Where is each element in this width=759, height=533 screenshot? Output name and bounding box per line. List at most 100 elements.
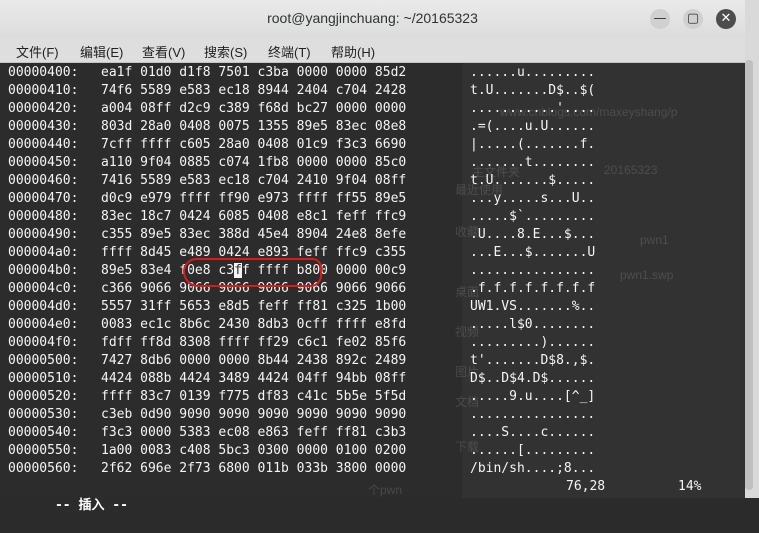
hex-address: 00000450:	[8, 155, 79, 170]
hexdump-row: 00000510: 4424 088b 4424 3489 4424 04ff 9…	[8, 370, 728, 388]
hex-bytes: d0c9 e979 ffff ff90 e973 ffff ff55 89e5	[101, 191, 407, 206]
ascii-column: |.....(.......f.	[470, 137, 596, 152]
hex-bytes: 5557 31ff 5653 e8d5 feff ff81 c325 1b00	[101, 299, 407, 314]
terminal-window: root@yangjinchuang: ~/20165323 — ▢ ✕ 文件(…	[0, 0, 745, 513]
hex-bytes: a110 9f04 0885 c074 1fb8 0000 0000 85c0	[101, 155, 407, 170]
hexdump-row: 000004e0: 0083 ec1c 8b6c 2430 8db3 0cff f…	[8, 316, 728, 334]
ascii-column: t'.......D$8.,$.	[470, 353, 596, 368]
background-scrollbar	[745, 60, 753, 490]
menu-help[interactable]: 帮助(H)	[331, 42, 375, 61]
hexdump-row: 00000450: a110 9f04 0885 c074 1fb8 0000 0…	[8, 154, 728, 172]
ascii-column: .f.f.f.f.f.f.f.f	[470, 281, 596, 296]
hexdump-row: 00000540: f3c3 0000 5383 ec08 e863 feff f…	[8, 424, 728, 442]
hexdump-row: 00000530: c3eb 0d90 9090 9090 9090 9090 9…	[8, 406, 728, 424]
minimize-button[interactable]: —	[650, 9, 670, 29]
hex-address: 00000550:	[8, 443, 79, 458]
ascii-column: ................	[470, 407, 596, 422]
hexdump-row: 000004f0: fdff ff8d 8308 ffff ff29 c6c1 f…	[8, 334, 728, 352]
hex-address: 000004c0:	[8, 281, 79, 296]
hex-address: 00000530:	[8, 407, 79, 422]
hex-bytes: 83ec 18c7 0424 6085 0408 e8c1 feff ffc9	[101, 209, 407, 224]
ascii-column: t.U.......D$..$(	[470, 83, 596, 98]
menu-search[interactable]: 搜索(S)	[204, 42, 247, 61]
hex-address: 00000510:	[8, 371, 79, 386]
close-button[interactable]: ✕	[716, 9, 736, 29]
hex-bytes: 4424 088b 4424 3489 4424 04ff 94bb 08ff	[101, 371, 407, 386]
hex-address: 00000500:	[8, 353, 79, 368]
hex-address: 000004e0:	[8, 317, 79, 332]
hex-bytes: 7427 8db6 0000 0000 8b44 2438 892c 2489	[101, 353, 407, 368]
hexdump-row: 00000520: ffff 83c7 0139 f775 df83 c41c 5…	[8, 388, 728, 406]
hexdump-row: 000004d0: 5557 31ff 5653 e8d5 feff ff81 c…	[8, 298, 728, 316]
ascii-column: .....9.u....[^_]	[470, 389, 596, 404]
ascii-column: .......t........	[470, 155, 596, 170]
hex-bytes: c3eb 0d90 9090 9090 9090 9090 9090 9090	[101, 407, 407, 422]
hex-address: 00000470:	[8, 191, 79, 206]
ascii-column: UW1.VS.......%..	[470, 299, 596, 314]
hexdump-row: 00000500: 7427 8db6 0000 0000 8b44 2438 8…	[8, 352, 728, 370]
hex-address: 00000560:	[8, 461, 79, 476]
hexdump-row: 00000430: 803d 28a0 0408 0075 1355 89e5 8…	[8, 118, 728, 136]
hexdump-row: 00000490: c355 89e5 83ec 388d 45e4 8904 2…	[8, 226, 728, 244]
hex-bytes: f3c3 0000 5383 ec08 e863 feff ff81 c3b3	[101, 425, 407, 440]
hexdump-row: 00000440: 7cff ffff c605 28a0 0408 01c9 f…	[8, 136, 728, 154]
ascii-column: .....l$0........	[470, 317, 596, 332]
menu-terminal[interactable]: 终端(T)	[268, 42, 311, 61]
ascii-column: D$..D$4.D$......	[470, 371, 596, 386]
hex-bytes: fdff ff8d 8308 ffff ff29 c6c1 fe02 85f6	[101, 335, 407, 350]
hex-address: 000004b0:	[8, 263, 79, 278]
hex-bytes: ffff 83c7 0139 f775 df83 c41c 5b5e 5f5d	[101, 389, 407, 404]
hex-address: 000004f0:	[8, 335, 79, 350]
hexdump-row: 00000400: ea1f 01d0 d1f8 7501 c3ba 0000 0…	[8, 64, 728, 82]
ascii-column: ......u.........	[470, 65, 596, 80]
window-title: root@yangjinchuang: ~/20165323	[267, 10, 478, 26]
hexdump-row: 00000460: 7416 5589 e583 ec18 c704 2410 9…	[8, 172, 728, 190]
hex-address: 00000430:	[8, 119, 79, 134]
hexdump-row: 00000550: 1a00 0083 c408 5bc3 0300 0000 0…	[8, 442, 728, 460]
hexdump-row: 000004b0: 89e5 83e4 f0e8 c3ff ffff b800 0…	[8, 262, 728, 280]
ascii-column: ......[.........	[470, 443, 596, 458]
text-cursor: f	[234, 263, 242, 278]
hex-address: 00000420:	[8, 101, 79, 116]
maximize-button[interactable]: ▢	[683, 9, 703, 29]
hexdump-row: 00000470: d0c9 e979 ffff ff90 e973 ffff f…	[8, 190, 728, 208]
hexdump-row: 000004a0: ffff 8d45 e489 0424 e893 feff f…	[8, 244, 728, 262]
terminal-content[interactable]: www.cnblogs.com/maxeyshang/p 20165323 主文件夹…	[0, 63, 745, 513]
menu-edit[interactable]: 编辑(E)	[80, 42, 123, 61]
hex-bytes: 2f62 696e 2f73 6800 011b 033b 3800 0000	[101, 461, 407, 476]
ascii-column: ...........'....	[470, 101, 596, 116]
hex-address: 00000440:	[8, 137, 79, 152]
ascii-column: .=(....u.U......	[470, 119, 596, 134]
hex-address: 00000520:	[8, 389, 79, 404]
vim-mode-indicator: -- 插入 --	[8, 479, 128, 513]
ascii-column: /bin/sh....;8...	[470, 461, 596, 476]
hex-bytes: ea1f 01d0 d1f8 7501 c3ba 0000 0000 85d2	[101, 65, 407, 80]
hex-bytes: c366 9066 9066 9066 9066 9066 9066 9066	[101, 281, 407, 296]
hexdump-row: 00000480: 83ec 18c7 0424 6085 0408 e8c1 f…	[8, 208, 728, 226]
hex-address: 00000540:	[8, 425, 79, 440]
hex-bytes: 803d 28a0 0408 0075 1355 89e5 83ec 08e8	[101, 119, 407, 134]
hexdump-row: 00000560: 2f62 696e 2f73 6800 011b 033b 3…	[8, 460, 728, 478]
hex-bytes: 1a00 0083 c408 5bc3 0300 0000 0100 0200	[101, 443, 407, 458]
ascii-column: ....S....c......	[470, 425, 596, 440]
hex-address: 00000490:	[8, 227, 79, 242]
hexdump-row: 000004c0: c366 9066 9066 9066 9066 9066 9…	[8, 280, 728, 298]
ascii-column: .U....8.E...$...	[470, 227, 596, 242]
hex-address: 000004a0:	[8, 245, 79, 260]
scroll-percent: 14%	[678, 479, 702, 494]
hex-bytes: 74f6 5589 e583 ec18 8944 2404 c704 2428	[101, 83, 407, 98]
ascii-column: .........)......	[470, 335, 596, 350]
hex-address: 00000400:	[8, 65, 79, 80]
hex-bytes: 89e5 83e4 f0e8 c3ff ffff b800 0000 00c9	[101, 262, 406, 280]
hex-address: 00000460:	[8, 173, 79, 188]
hex-address: 000004d0:	[8, 299, 79, 314]
ascii-column: ...E...$.......U	[470, 245, 596, 260]
title-bar: root@yangjinchuang: ~/20165323 — ▢ ✕	[0, 0, 745, 39]
menu-file[interactable]: 文件(F)	[16, 42, 59, 61]
hexdump-row: 00000420: a004 08ff d2c9 c389 f68d bc27 0…	[8, 100, 728, 118]
hex-bytes: c355 89e5 83ec 388d 45e4 8904 24e8 8efe	[101, 227, 407, 242]
ascii-column: ...y.....s...U..	[470, 191, 596, 206]
hex-bytes: 7cff ffff c605 28a0 0408 01c9 f3c3 6690	[101, 137, 407, 152]
menu-view[interactable]: 查看(V)	[142, 42, 185, 61]
hex-bytes: 7416 5589 e583 ec18 c704 2410 9f04 08ff	[101, 173, 407, 188]
